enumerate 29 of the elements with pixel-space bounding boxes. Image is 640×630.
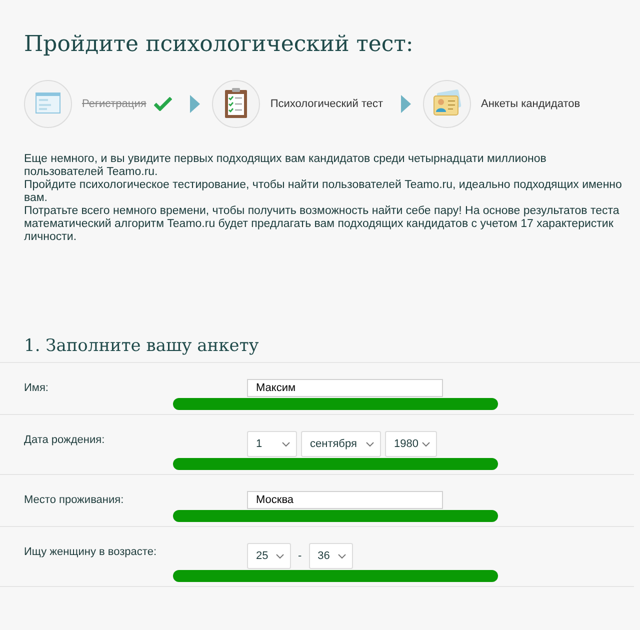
dropdown[interactable]: 1980 <box>385 431 437 457</box>
arrow-icon <box>190 95 200 113</box>
chevron-down-icon <box>276 554 284 558</box>
text-field[interactable]: Максим <box>247 379 443 397</box>
chevron-down-icon <box>338 554 346 558</box>
clipboard-icon <box>212 80 260 128</box>
check-icon <box>154 97 172 111</box>
dropdown[interactable]: 1 <box>247 431 297 457</box>
step-label: Психологический тест <box>270 98 384 110</box>
text-field[interactable]: Москва <box>247 491 443 509</box>
field-label: Ищу женщину в возрасте: <box>24 545 158 560</box>
chevron-down-icon <box>422 442 430 446</box>
profile-cards-icon <box>423 80 472 128</box>
field-label: Имя: <box>24 381 50 396</box>
chevron-down-icon <box>366 442 374 446</box>
intro-text: Еще немного, и вы увидите первых подходящих вам кандидатов среди четырнадцати миллионов пользователей Teamo.ru. Пройдите психологическое тестирование, чтобы найти пользователей Teamo.ru, идеально подходящих именно вам. Потратьте всего немного времени, чтобы получить возможность найти себе пару! На основе результатов теста математический алгоритм Teamo.ru будет предлагать вам подходящих кандидатов с учетом 17 характеристик личности. <box>24 153 623 244</box>
step-label: Регистрация <box>82 98 146 110</box>
dropdown[interactable]: сентября <box>301 431 381 457</box>
range-separator: - <box>297 550 303 562</box>
step-label: Анкеты кандидатов <box>481 98 580 110</box>
dropdown[interactable]: 25 <box>247 543 291 569</box>
field-label: Место проживания: <box>24 493 125 508</box>
field-label: Дата рождения: <box>24 433 106 448</box>
dropdown[interactable]: 36 <box>308 543 353 569</box>
page-title: Пройдите психологический тест: <box>23 31 414 59</box>
form-icon <box>24 80 72 128</box>
arrow-icon <box>401 95 412 113</box>
chevron-down-icon <box>282 442 290 446</box>
section-title: 1. Заполните вашу анкету <box>24 336 260 358</box>
